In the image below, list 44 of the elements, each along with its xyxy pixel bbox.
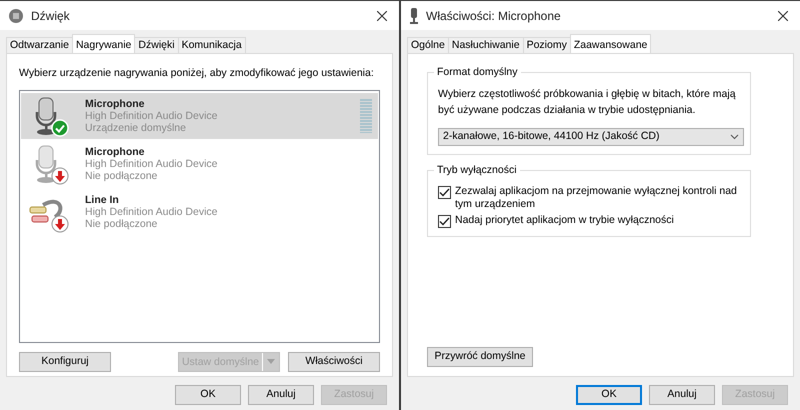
checkbox[interactable] — [438, 214, 451, 228]
tab[interactable]: Poziomy — [522, 37, 571, 53]
tab[interactable]: Odtwarzanie — [6, 37, 73, 53]
tab[interactable]: Zaawansowane — [570, 34, 652, 53]
chevron-icon — [730, 134, 739, 140]
dialog-button[interactable]: OK — [175, 385, 241, 405]
cable-icon — [30, 200, 62, 222]
checkbox[interactable] — [438, 186, 451, 198]
checkbox-label: Nadaj priorytet aplikacjom w trybie wyłączności — [455, 214, 674, 226]
dialog-button[interactable]: OK — [576, 385, 642, 405]
device-driver: High Definition Audio Device — [85, 158, 218, 170]
device-item[interactable]: Microphone High Definition Audio Device Nie podłączone — [21, 140, 378, 187]
microphone-icon — [36, 97, 56, 135]
tab[interactable]: Dźwięki — [134, 37, 179, 53]
device-status: Nie podłączone — [85, 170, 158, 182]
window-title: Właściwości: Microphone — [426, 8, 562, 24]
restore-button[interactable]: Przywróć domyślne — [427, 347, 533, 367]
checkbox-label: Zezwalaj aplikacjom na przejmowanie wyłącznej kontroli nad tym urządzeniem — [455, 184, 738, 210]
group-description: Wybierz częstotliwość próbkowania i głębię w bitach, które mają być używane podczas działania w trybie udostępniania. — [438, 87, 737, 118]
dialog-button[interactable]: Anuluj — [248, 385, 314, 405]
window-title: Dźwięk — [31, 8, 71, 24]
device-driver: High Definition Audio Device — [85, 206, 218, 218]
device-name: Microphone — [85, 98, 146, 110]
device-item[interactable]: Line In High Definition Audio Device Nie podłączone — [21, 188, 378, 235]
dialog-button[interactable]: Właściwości — [288, 352, 380, 372]
dialog-button[interactable]: Konfiguruj — [19, 352, 111, 372]
close-button[interactable] — [375, 8, 389, 22]
dialog-button[interactable]: Anuluj — [649, 385, 715, 405]
device-driver: High Definition Audio Device — [85, 110, 218, 122]
tab[interactable]: Nagrywanie — [72, 34, 136, 53]
device-item[interactable]: Microphone High Definition Audio Device Urządzenie domyślne — [21, 92, 378, 139]
group-title: Tryb wyłączności — [434, 162, 520, 178]
instruction-text: Wybierz urządzenie nagrywania poniżej, aby zmodyfikować jego ustawienia: — [19, 66, 375, 81]
microphone-icon — [409, 8, 419, 24]
device-status: Urządzenie domyślne — [85, 122, 187, 134]
close-button[interactable] — [776, 8, 790, 22]
device-name: Line In — [85, 194, 120, 206]
microphone-icon — [36, 145, 56, 183]
tab[interactable]: Ogólne — [407, 37, 449, 53]
caret-icon — [267, 359, 275, 364]
device-name: Microphone — [85, 146, 146, 158]
tab[interactable]: Komunikacja — [178, 37, 246, 53]
device-status: Nie podłączone — [85, 218, 158, 230]
format-dropdown[interactable]: 2-kanałowe, 16-bitowe, 44100 Hz (Jakość CD) — [438, 128, 744, 146]
